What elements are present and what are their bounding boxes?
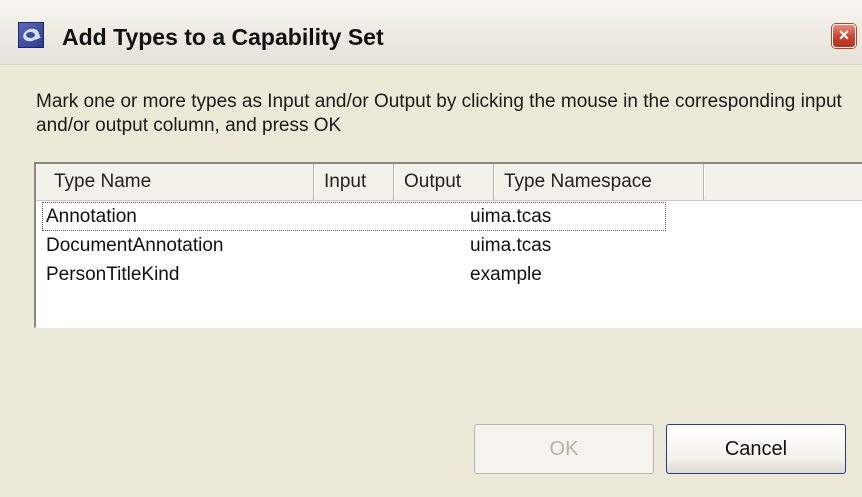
column-header-type-name[interactable]: Type Name: [44, 164, 315, 200]
type-name-cell: PersonTitleKind: [46, 264, 180, 285]
column-header-input[interactable]: Input: [314, 164, 395, 200]
cancel-button[interactable]: Cancel: [666, 424, 846, 474]
dialog-title: Add Types to a Capability Set: [62, 24, 384, 50]
table-row[interactable]: Annotation uima.tcas: [42, 202, 666, 231]
table-row[interactable]: DocumentAnnotation uima.tcas: [36, 231, 862, 260]
eclipse-app-icon: [18, 22, 44, 48]
column-header-filler: [704, 164, 862, 200]
title-bar[interactable]: Add Types to a Capability Set ×: [0, 0, 862, 65]
type-name-cell: Annotation: [46, 206, 137, 227]
table-header: Type Name Input Output Type Namespace: [36, 164, 862, 201]
column-header-output[interactable]: Output: [394, 164, 495, 200]
table-body: Annotation uima.tcas DocumentAnnotation …: [36, 202, 862, 289]
table-row[interactable]: PersonTitleKind example: [36, 260, 862, 289]
type-namespace-cell: uima.tcas: [470, 235, 552, 256]
close-icon[interactable]: ×: [832, 24, 856, 48]
types-table[interactable]: Type Name Input Output Type Namespace An…: [34, 162, 862, 328]
type-name-cell: DocumentAnnotation: [46, 235, 224, 256]
instructions-text: Mark one or more types as Input and/or O…: [36, 91, 842, 136]
type-namespace-cell: uima.tcas: [470, 206, 552, 227]
type-namespace-cell: example: [470, 264, 542, 285]
ok-button[interactable]: OK: [474, 424, 654, 474]
add-types-dialog: Add Types to a Capability Set × Mark one…: [0, 0, 862, 497]
column-header-type-namespace[interactable]: Type Namespace: [494, 164, 705, 200]
